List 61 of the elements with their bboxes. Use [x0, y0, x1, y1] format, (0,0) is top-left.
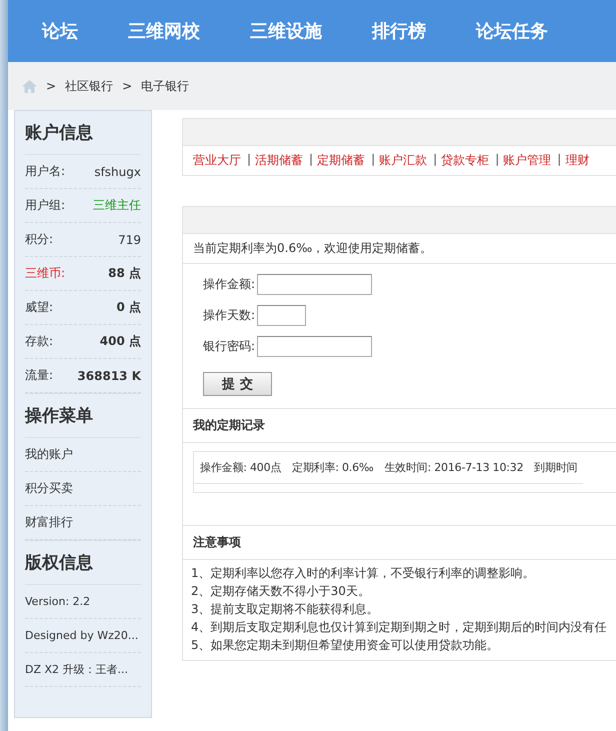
- breadcrumb-link[interactable]: 社区银行: [65, 78, 114, 94]
- field-label: 三维币:: [25, 265, 66, 282]
- breadcrumb-separator: >: [122, 79, 132, 93]
- tab-separator: |: [371, 152, 376, 168]
- tab-separator: |: [247, 152, 252, 168]
- bank-tab-link[interactable]: 营业大厅: [193, 152, 241, 169]
- text-input[interactable]: [257, 274, 372, 295]
- field-value: 三维主任: [93, 197, 141, 214]
- field-value: sfshugx: [94, 164, 141, 178]
- field-label: 用户名:: [25, 163, 66, 180]
- field-value: 719: [118, 232, 141, 246]
- nav-link[interactable]: 三维设施: [238, 19, 334, 43]
- section-title: 我的定期记录: [183, 409, 616, 443]
- field-label: 流量:: [25, 367, 54, 384]
- section-title: 注意事项: [183, 526, 616, 560]
- nav-link[interactable]: 论坛: [30, 19, 90, 43]
- text-input[interactable]: [257, 305, 306, 326]
- section-title: 账户信息: [25, 111, 141, 155]
- field-value: 0 点: [116, 299, 141, 316]
- note-item: 1、定期利率以您存入时的利率计算，不受银行利率的调整影响。: [191, 565, 536, 582]
- menu-link[interactable]: 财富排行: [25, 506, 141, 540]
- field-value: 400 点: [100, 333, 141, 350]
- breadcrumb-separator: >: [46, 79, 56, 93]
- bank-tab-link[interactable]: 账户管理: [503, 152, 552, 169]
- field-label: 银行密码:: [203, 338, 256, 355]
- tab-separator: |: [557, 152, 562, 168]
- note-item: 3、提前支取定期将不能获得利息。: [191, 601, 380, 618]
- rate-notice: 当前定期利率为0.6‰，欢迎使用定期储蓄。: [183, 234, 616, 264]
- nav-link[interactable]: 三维网校: [116, 19, 212, 43]
- submit-button[interactable]: 提 交: [203, 372, 272, 396]
- field-label: 操作天数:: [203, 307, 256, 324]
- field-value: 88 点: [108, 265, 141, 282]
- section-title: 版权信息: [25, 541, 141, 585]
- bank-tab-link[interactable]: 活期储蓄: [255, 152, 304, 169]
- field-value: 368813 K: [77, 368, 141, 382]
- section-title: 操作菜单: [25, 394, 141, 438]
- record-entry: 操作金额: 400点 定期利率: 0.6‰ 生效时间: 2016-7-13 10:32 到期时间: [194, 452, 584, 484]
- breadcrumb-link[interactable]: 电子银行: [141, 78, 190, 94]
- note-item: 4、到期后支取定期利息也仅计算到定期到期之时，定期到期后的时间内没有任: [191, 619, 608, 636]
- copyright-line: Version: 2.2: [25, 585, 141, 619]
- field-label: 存款:: [25, 333, 54, 350]
- bank-tab-link[interactable]: 账户汇款: [379, 152, 428, 169]
- bank-tab-link[interactable]: 理财: [565, 152, 590, 169]
- menu-link[interactable]: 我的账户: [25, 438, 141, 472]
- text-input[interactable]: [257, 336, 372, 357]
- copyright-line: DZ X2 升级：王者...: [25, 653, 141, 687]
- tab-separator: |: [495, 152, 500, 168]
- menu-link[interactable]: 积分买卖: [25, 472, 141, 506]
- nav-link[interactable]: 论坛任务: [464, 19, 560, 43]
- bank-tab-link[interactable]: 贷款专柜: [441, 152, 490, 169]
- nav-link[interactable]: 排行榜: [360, 19, 438, 43]
- field-label: 积分:: [25, 231, 54, 248]
- field-label: 威望:: [25, 299, 54, 316]
- copyright-line: Designed by Wz20...: [25, 619, 141, 653]
- bank-tab-link[interactable]: 定期储蓄: [317, 152, 366, 169]
- note-item: 2、定期存储天数不得小于30天。: [191, 583, 371, 600]
- note-item: 5、如果您定期未到期但希望使用资金可以使用贷款功能。: [191, 637, 500, 654]
- field-label: 操作金额:: [203, 276, 256, 293]
- tab-separator: |: [309, 152, 314, 168]
- tab-separator: |: [433, 152, 438, 168]
- field-label: 用户组:: [25, 197, 66, 214]
